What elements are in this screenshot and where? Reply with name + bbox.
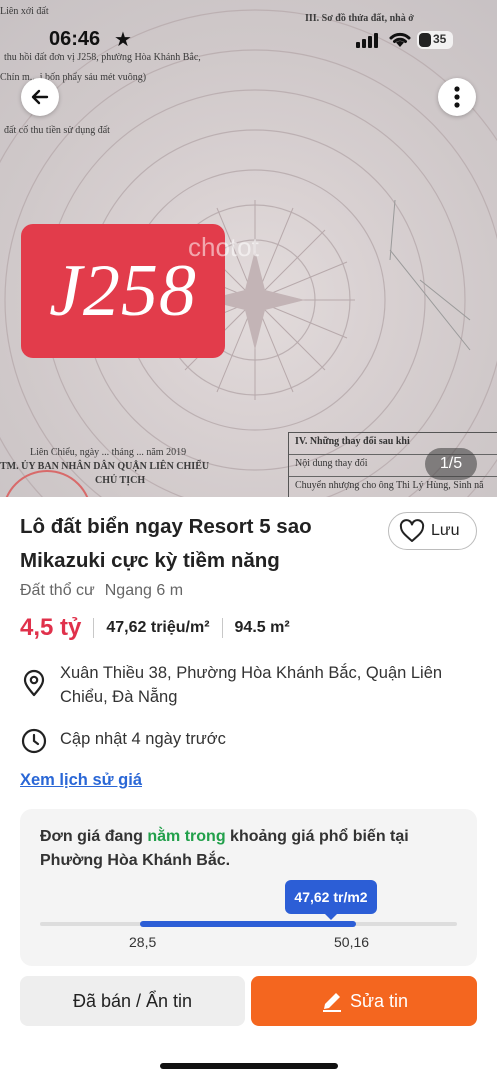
range-max-label: 50,16 (334, 934, 370, 950)
range-highlight: nằm trong (147, 828, 226, 845)
clock-icon (21, 728, 47, 754)
j258-badge-text: J258 (49, 249, 197, 332)
status-time: 06:46 (49, 28, 101, 50)
location-pin-icon (23, 669, 45, 697)
doc-text: Liên xới đất (0, 6, 49, 17)
range-text-part: Đơn giá đang (40, 828, 148, 845)
price-history-link[interactable]: Xem lịch sử giá (20, 771, 142, 790)
wifi-icon (389, 32, 411, 47)
price-range-card: Đơn giá đang nằm trong khoảng giá phổ bi… (20, 809, 477, 966)
range-min-label: 28,5 (129, 934, 157, 950)
save-button[interactable]: Lưu (388, 512, 477, 550)
current-price-tooltip: 47,62 tr/m2 (285, 880, 377, 920)
arrow-left-icon (31, 89, 49, 105)
price: 4,5 tỷ (20, 614, 82, 641)
doc-text: Liên Chiểu, ngày ... tháng ... năm 2019 (30, 447, 187, 458)
status-bar: 06:46 ★ 35 (0, 26, 497, 56)
heart-icon (399, 519, 425, 542)
listing-attributes: Đất thổ cư Ngang 6 m (20, 582, 183, 600)
battery-level: 35 (433, 32, 447, 46)
price-per-m2: 47,62 triệu/m² (106, 619, 210, 636)
divider (93, 618, 95, 638)
more-vertical-icon (454, 86, 460, 108)
doc-text: III. Sơ đồ thửa đất, nhà ở (305, 13, 414, 24)
cellular-signal-icon (356, 33, 378, 48)
star-icon: ★ (114, 29, 132, 51)
divider (221, 618, 223, 638)
updated-row: Cập nhật 4 ngày trước (20, 727, 226, 755)
doc-text: TM. ỦY BAN NHÂN DÂN QUẬN LIÊN CHIỂU (0, 461, 210, 472)
pencil-icon (322, 993, 341, 1012)
doc-text: Chín m... i bốn phẩy sáu mét vuông) (0, 72, 147, 83)
area: 94.5 m² (234, 619, 290, 636)
edit-button-label: Sửa tin (349, 990, 409, 1011)
doc-text: CHỦ TỊCH (95, 475, 146, 486)
battery-icon: 35 (417, 31, 453, 49)
land-type: Đất thổ cư (20, 582, 95, 599)
doc-table-row: Chuyển nhượng cho ông Thi Lý Hùng, Sinh … (289, 477, 497, 497)
price-range-description: Đơn giá đang nằm trong khoảng giá phổ bi… (40, 825, 460, 873)
sold-hide-button[interactable]: Đã bán / Ẩn tin (20, 976, 245, 1026)
address: Xuân Thiều 38, Phường Hòa Khánh Bắc, Quậ… (60, 664, 443, 706)
price-row: 4,5 tỷ 47,62 triệu/m² 94.5 m² (20, 612, 290, 644)
listing-image[interactable]: Liên xới đất thu hồi đất đơn vị J258, ph… (0, 0, 497, 497)
more-options-button[interactable] (438, 78, 476, 116)
watermark: chotot (188, 232, 259, 262)
updated-time: Cập nhật 4 ngày trước (60, 730, 226, 748)
listing-title: Lô đất biển ngay Resort 5 sao Mikazuki c… (20, 515, 312, 572)
back-button[interactable] (21, 78, 59, 116)
address-row: Xuân Thiều 38, Phường Hòa Khánh Bắc, Quậ… (20, 661, 460, 709)
edit-listing-button[interactable]: Sửa tin (251, 976, 477, 1026)
save-button-label: Lưu (431, 522, 460, 539)
home-indicator (160, 1063, 338, 1069)
doc-text: đất cố thu tiền sử dụng đất (4, 125, 110, 136)
image-counter: 1/5 (425, 448, 477, 480)
price-range-fill (140, 921, 356, 927)
land-width: Ngang 6 m (104, 582, 184, 599)
